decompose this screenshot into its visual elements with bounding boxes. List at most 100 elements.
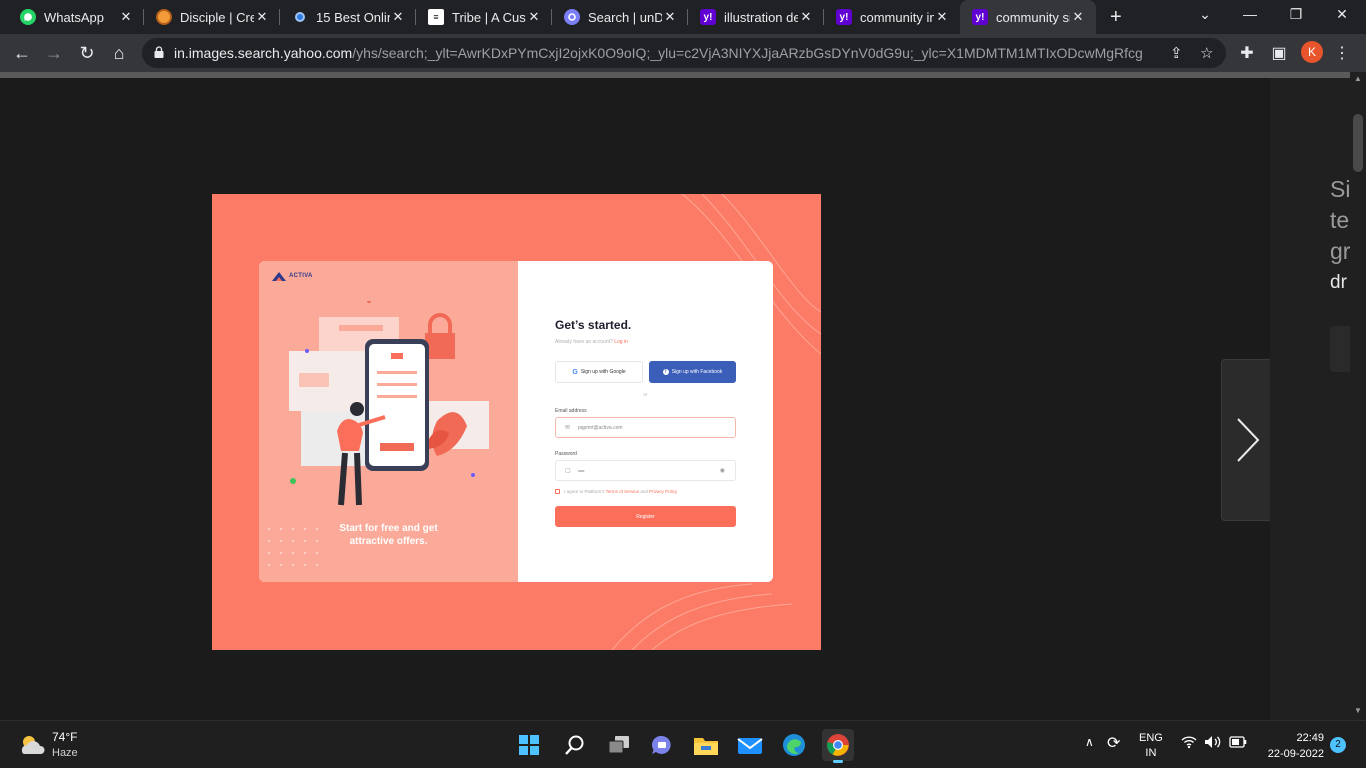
sync-icon[interactable]: ⟳	[1107, 733, 1120, 753]
close-icon[interactable]: ✕	[798, 9, 814, 25]
minimize-icon[interactable]: —	[1240, 6, 1260, 22]
bookmark-star-icon[interactable]: ☆	[1200, 44, 1213, 62]
close-icon[interactable]: ✕	[934, 9, 950, 25]
back-icon[interactable]: ←	[11, 42, 33, 64]
language-indicator[interactable]: ENG IN	[1139, 731, 1163, 761]
tab-strip: WhatsApp ✕ Disciple | Cre ✕ 15 Best Onli…	[0, 0, 1366, 34]
url-host: in.images.search.yahoo.com	[174, 45, 353, 61]
preview-image[interactable]: ACTIVA Start for free and get attractive…	[212, 194, 821, 650]
search-button[interactable]	[559, 729, 591, 761]
start-button[interactable]	[513, 729, 545, 761]
terms-agreement: I agree to Platform's Terms of Service a…	[555, 489, 678, 495]
person-phone-illustration	[289, 301, 489, 506]
scroll-down-icon[interactable]: ▼	[1350, 706, 1366, 715]
close-window-icon[interactable]: ✕	[1332, 6, 1352, 23]
tab-title: Search | unDr	[588, 9, 662, 25]
tab-15-best[interactable]: 15 Best Onlin ✕	[280, 0, 416, 34]
task-view-button[interactable]	[603, 729, 635, 761]
scrollbar[interactable]: ▲ ▼	[1350, 72, 1366, 720]
already-account-text: Already have an account? Log in	[555, 339, 628, 345]
page-content: ACTIVA Start for free and get attractive…	[0, 72, 1366, 720]
mail-app-button[interactable]	[734, 729, 766, 761]
signup-card: ACTIVA Start for free and get attractive…	[259, 261, 773, 582]
forward-icon[interactable]: →	[43, 42, 65, 64]
tab-community-si[interactable]: y! community si ✕	[960, 0, 1096, 34]
file-explorer-button[interactable]	[690, 729, 722, 761]
battery-icon[interactable]	[1229, 736, 1247, 751]
undraw-icon	[564, 9, 580, 25]
tribe-icon: ≡	[428, 9, 444, 25]
password-field: ▢ •••••••••••••• ◉	[555, 460, 736, 481]
side-panel-icon[interactable]: ▣	[1269, 43, 1289, 63]
edge-browser-button[interactable]	[778, 729, 810, 761]
google-icon: G	[572, 368, 578, 376]
url-text[interactable]: in.images.search.yahoo.com/yhs/search;_y…	[174, 45, 1144, 61]
register-button: Register	[555, 506, 736, 527]
logo-mark-icon	[272, 272, 286, 281]
tab-undraw[interactable]: Search | unDr ✕	[552, 0, 688, 34]
chat-app-button[interactable]	[646, 729, 678, 761]
tab-whatsapp[interactable]: WhatsApp ✕	[8, 0, 144, 34]
next-image-button[interactable]	[1221, 359, 1274, 521]
maximize-icon[interactable]: ❐	[1286, 6, 1306, 23]
password-value: ••••••••••••••	[578, 468, 585, 473]
reload-icon[interactable]: ↻	[76, 42, 98, 64]
agree-prefix: I agree to Platform's	[564, 489, 605, 494]
facebook-icon: f	[662, 369, 669, 375]
close-icon[interactable]: ✕	[390, 9, 406, 25]
menu-icon[interactable]: ⋮	[1332, 43, 1352, 63]
volume-icon[interactable]	[1204, 735, 1222, 752]
weather-condition[interactable]: Haze	[52, 747, 78, 759]
chrome-icon	[827, 734, 849, 756]
logo-text: ACTIVA	[289, 273, 313, 279]
windows-start-icon	[519, 735, 539, 755]
url-path: /yhs/search;_ylt=AwrKDxPYmCxjI2ojxK0O9oI…	[352, 45, 1144, 61]
system-clock[interactable]: 22:49 22-09-2022	[1252, 730, 1324, 762]
new-tab-button[interactable]: +	[1110, 7, 1122, 27]
email-label: Email address	[555, 408, 587, 414]
form-title: Get’s started.	[555, 318, 632, 332]
scroll-up-icon[interactable]: ▲	[1350, 74, 1366, 83]
weather-temperature[interactable]: 74°F	[52, 730, 77, 744]
address-bar[interactable]: in.images.search.yahoo.com/yhs/search;_y…	[142, 38, 1226, 68]
clock-time: 22:49	[1296, 732, 1324, 744]
extensions-icon[interactable]: ✚	[1237, 43, 1257, 63]
lock-icon[interactable]	[154, 46, 164, 58]
tab-title: Disciple | Cre	[180, 9, 254, 25]
scroll-thumb[interactable]	[1353, 114, 1363, 172]
lock-icon: ▢	[565, 468, 571, 474]
close-icon[interactable]: ✕	[526, 9, 542, 25]
search-icon	[565, 735, 584, 755]
show-hidden-icons[interactable]: ∧	[1085, 735, 1094, 749]
tab-search-icon[interactable]: ⌄	[1195, 6, 1215, 23]
share-icon[interactable]: ⇪	[1170, 44, 1183, 62]
illustration-panel: ACTIVA Start for free and get attractive…	[259, 261, 518, 582]
already-label: Already have an account?	[555, 339, 613, 345]
tab-disciple[interactable]: Disciple | Cre ✕	[144, 0, 280, 34]
login-link: Log in	[614, 339, 628, 345]
notification-badge[interactable]: 2	[1330, 737, 1346, 753]
terms-link: Terms of Service	[605, 489, 640, 494]
home-icon[interactable]: ⌂	[108, 42, 130, 64]
close-icon[interactable]: ✕	[1070, 9, 1086, 25]
tab-community-in[interactable]: y! community in ✕	[824, 0, 960, 34]
chevron-right-icon	[1236, 418, 1259, 462]
region-code: IN	[1145, 747, 1157, 759]
wifi-icon[interactable]	[1181, 735, 1197, 752]
teams-chat-icon	[651, 735, 671, 754]
close-icon[interactable]: ✕	[662, 9, 678, 25]
folder-icon	[694, 738, 718, 755]
close-icon[interactable]: ✕	[254, 9, 270, 25]
mail-icon	[737, 738, 763, 754]
tab-title: WhatsApp	[44, 9, 104, 25]
privacy-link: Privacy Policy	[649, 489, 678, 494]
haze-weather-icon[interactable]	[18, 733, 46, 755]
email-value: pqpmrt@activa.com	[578, 425, 623, 431]
source-text: dr	[1330, 272, 1347, 293]
tab-tribe[interactable]: ≡ Tribe | A Custo ✕	[416, 0, 552, 34]
tab-illustration[interactable]: y! illustration de ✕	[688, 0, 824, 34]
close-icon[interactable]: ✕	[118, 9, 134, 25]
chrome-browser-button[interactable]	[822, 729, 854, 763]
yahoo-icon: y!	[836, 9, 852, 25]
profile-avatar[interactable]: K	[1301, 41, 1323, 63]
